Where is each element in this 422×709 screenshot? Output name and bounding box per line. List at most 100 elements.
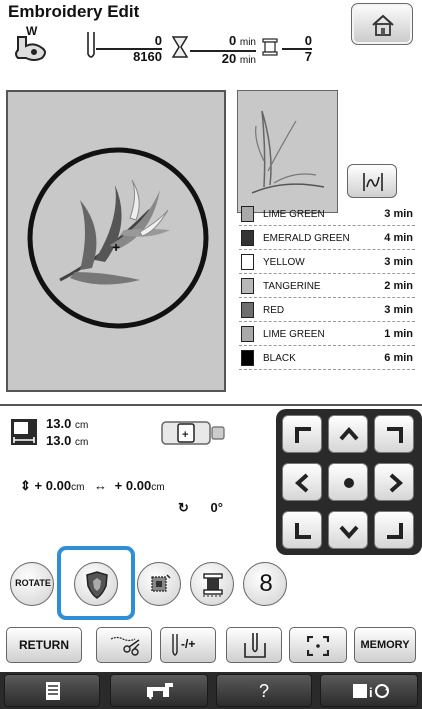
thread-color-name: BLACK: [263, 353, 296, 364]
move-up-right-button[interactable]: [374, 415, 414, 453]
move-down-left-button[interactable]: [282, 511, 322, 549]
embroidery-design: +: [59, 179, 170, 285]
svg-text:+: +: [112, 239, 120, 255]
corner-down-right-icon: [387, 523, 403, 539]
hourglass-icon: [172, 36, 188, 58]
needle-jump-icon: [363, 173, 383, 191]
center-button[interactable]: [328, 463, 368, 501]
trim-button[interactable]: [96, 627, 152, 663]
corner-down-left-icon: [295, 523, 311, 539]
corner-up-left-icon: [295, 427, 311, 443]
color-row[interactable]: BLACK 6 min: [239, 346, 415, 370]
thread-color-chip: [241, 230, 254, 246]
time-done-unit: min: [239, 37, 256, 48]
thread-color-chip: [241, 254, 254, 270]
density-adjust-label: -/+: [181, 637, 196, 651]
size-width-unit: cm: [74, 420, 89, 431]
svg-text:i: i: [369, 685, 373, 700]
thread-color-name: EMERALD GREEN: [263, 233, 350, 244]
thread-color-name: TANGERINE: [263, 281, 321, 292]
thread-color-time: 4 min: [384, 232, 413, 244]
frame-toggle[interactable]: +: [160, 420, 226, 446]
document-button[interactable]: [4, 674, 100, 707]
arrow-pad: [276, 409, 422, 555]
needle-jump-button[interactable]: [347, 164, 397, 198]
position-x: 0.00: [125, 478, 152, 493]
color-row[interactable]: LIME GREEN 1 min: [239, 322, 415, 346]
color-row[interactable]: RED 3 min: [239, 298, 415, 322]
color-row[interactable]: LIME GREEN 3 min: [239, 202, 415, 226]
color-row[interactable]: EMERALD GREEN 4 min: [239, 226, 415, 250]
thread-color-time: 1 min: [384, 328, 413, 340]
move-up-left-button[interactable]: [282, 415, 322, 453]
center-dot-icon: [344, 478, 354, 488]
size-readout: 13.0 cm 13.0 cm: [46, 416, 88, 450]
thread-color-time: 3 min: [384, 304, 413, 316]
thread-color-chip: [241, 206, 254, 222]
thread-color-chip: [241, 326, 254, 342]
repeat-count-button[interactable]: 8: [243, 562, 287, 606]
design-preview: [237, 90, 338, 213]
presser-foot-icon: [15, 36, 46, 61]
trial-frame-icon: [307, 636, 329, 656]
thread-color-time: 3 min: [384, 256, 413, 268]
sewing-machine-icon: [147, 683, 173, 700]
position-y: 0.00: [45, 478, 72, 493]
angle-readout: ↻ 0°: [178, 500, 223, 516]
density-adjust-button[interactable]: -/+: [160, 627, 216, 663]
frame-toggle-icon: +: [161, 421, 225, 445]
stitch-counter: 0 8160: [96, 34, 162, 64]
chevron-left-icon: [294, 473, 309, 493]
home-button[interactable]: [351, 3, 413, 45]
thread-color-chip: [241, 302, 254, 318]
move-down-right-button[interactable]: [374, 511, 414, 549]
document-icon: [46, 682, 60, 700]
thread-color-name: YELLOW: [263, 257, 305, 268]
position-x-unit: cm: [151, 482, 165, 493]
settings-icon: i: [353, 684, 389, 700]
chevron-right-icon: [389, 473, 404, 493]
thread-color-time: 2 min: [384, 280, 413, 292]
memory-button[interactable]: MEMORY: [354, 627, 416, 663]
density-button[interactable]: [137, 562, 181, 606]
thread-color-button[interactable]: [190, 562, 234, 606]
preview-design: [251, 110, 325, 194]
size-height: 13.0: [46, 433, 72, 448]
position-y-sign: +: [34, 478, 43, 493]
chevron-up-icon: [339, 426, 359, 441]
color-counter: 0 7: [282, 34, 312, 64]
needle-position-button[interactable]: [226, 627, 282, 663]
color-count-done: 0: [304, 33, 312, 48]
settings-button[interactable]: i: [320, 674, 418, 707]
thread-color-name: LIME GREEN: [263, 209, 325, 220]
embroidery-canvas[interactable]: +: [6, 90, 226, 392]
stitch-count-done: 0: [154, 33, 162, 48]
help-button[interactable]: ?: [216, 674, 312, 707]
thread-color-chip: [241, 278, 254, 294]
thread-color-name: RED: [263, 305, 285, 316]
shield-mirror-button[interactable]: [74, 562, 118, 606]
horizontal-arrows-icon: ↔: [94, 478, 108, 493]
density-icon: [151, 574, 171, 592]
rotate-button[interactable]: ROTATE: [10, 562, 54, 606]
move-left-button[interactable]: [282, 463, 322, 501]
thread-color-time: 3 min: [384, 208, 413, 220]
move-right-button[interactable]: [374, 463, 414, 501]
position-readout: ⇕ + 0.00cm ↔ + 0.00cm: [20, 478, 165, 494]
memory-label: MEMORY: [360, 639, 410, 651]
time-done: 0: [229, 33, 237, 48]
return-button[interactable]: RETURN: [6, 627, 82, 663]
move-up-button[interactable]: [328, 415, 368, 453]
color-row[interactable]: YELLOW 3 min: [239, 250, 415, 274]
color-row[interactable]: TANGERINE 2 min: [239, 274, 415, 298]
needle-small-icon: [172, 634, 178, 656]
size-height-unit: cm: [74, 437, 89, 448]
position-y-unit: cm: [71, 482, 85, 493]
machine-button[interactable]: [110, 674, 208, 707]
separator-line: [0, 404, 422, 406]
move-down-button[interactable]: [328, 511, 368, 549]
time-total: 20: [221, 51, 237, 66]
trial-button[interactable]: [289, 627, 347, 663]
help-label: ?: [258, 681, 269, 701]
thread-color-time: 6 min: [384, 352, 413, 364]
